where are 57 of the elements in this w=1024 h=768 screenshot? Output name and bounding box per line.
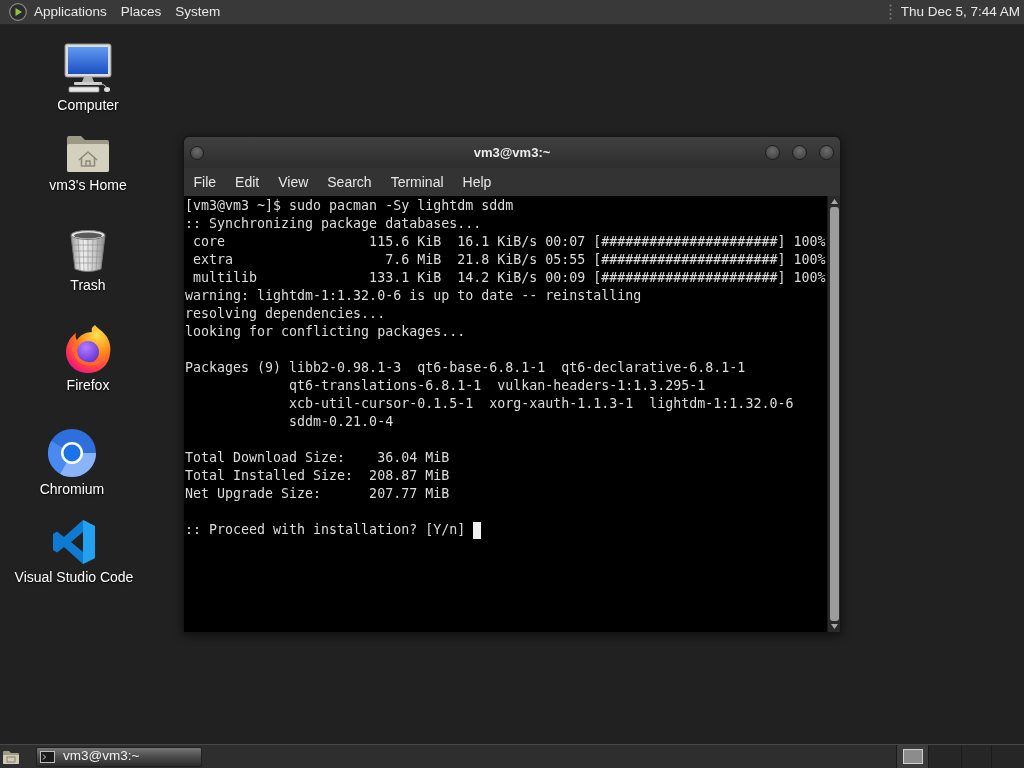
- terminal-line: Net Upgrade Size: 207.77 MiB: [185, 485, 450, 503]
- ribbon-logo-icon[interactable]: [52, 519, 96, 565]
- taskbar-window-button[interactable]: vm3@vm3:~: [36, 746, 202, 767]
- workspace-cell[interactable]: [992, 745, 1024, 768]
- workspace-cell[interactable]: [962, 745, 992, 768]
- icon-label[interactable]: Chromium: [39, 481, 105, 497]
- terminal-line: :: Synchronizing package databases...: [185, 215, 482, 233]
- maximize-button[interactable]: [792, 145, 807, 160]
- panel-menu[interactable]: Applications: [27, 0, 114, 25]
- terminal-line: [vm3@vm3 ~]$ sudo pacman -Sy lightdm sddm: [185, 197, 514, 215]
- monitor-icon[interactable]: [64, 43, 112, 93]
- workspace-cell[interactable]: [897, 745, 929, 768]
- ring-logo-icon[interactable]: [48, 429, 96, 477]
- scrollbar-thumb[interactable]: [829, 207, 839, 621]
- menu-item[interactable]: Terminal: [381, 168, 454, 196]
- icon-label[interactable]: vm3's Home: [49, 177, 127, 193]
- terminal-icon: [40, 750, 55, 763]
- terminal-line: resolving dependencies...: [185, 305, 386, 323]
- menu-item[interactable]: Help: [453, 168, 501, 196]
- terminal-line: sddm-0.21.0-4: [288, 413, 394, 431]
- terminal-line: core 115.6 KiB 16.1 KiB/s 00:07 [######################] 100%: [192, 233, 826, 251]
- terminal-line: Total Installed Size: 208.87 MiB: [185, 467, 450, 485]
- terminal-line: Packages (9) libb2-0.98.1-3 qt6-base-6.8.1-1 qt6-declarative-6.8.1-1: [185, 359, 746, 377]
- menu-item[interactable]: Search: [317, 168, 382, 196]
- panel-menu[interactable]: System: [168, 0, 228, 25]
- icon-label[interactable]: Trash: [70, 277, 106, 293]
- icon-label[interactable]: Visual Studio Code: [14, 569, 134, 585]
- scrollbar[interactable]: [827, 196, 840, 632]
- close-button[interactable]: [819, 145, 834, 160]
- icon-label[interactable]: Computer: [57, 97, 119, 113]
- trash-can-icon[interactable]: [69, 229, 107, 273]
- terminal-line: looking for conflicting packages...: [185, 323, 466, 341]
- terminal-line: Total Download Size: 36.04 MiB: [185, 449, 450, 467]
- drag-handle-icon[interactable]: [888, 4, 892, 20]
- flame-globe-icon[interactable]: [65, 325, 111, 373]
- minimize-button[interactable]: [765, 145, 780, 160]
- icon-label[interactable]: Firefox: [66, 377, 110, 393]
- scroll-down-icon[interactable]: [830, 624, 838, 629]
- scroll-up-icon[interactable]: [830, 199, 838, 204]
- clock[interactable]: Thu Dec 5, 7:44 AM: [900, 1, 1020, 23]
- window-menu-button[interactable]: [190, 145, 204, 160]
- home-folder-icon[interactable]: [66, 133, 110, 173]
- terminal-line: qt6-translations-6.8.1-1 vulkan-headers-1:1.3.295-1: [288, 377, 706, 395]
- terminal-line: xcb-util-cursor-0.1.5-1 xorg-xauth-1.1.3-1 lightdm-1:1.32.0-6: [288, 395, 794, 413]
- panel-menu[interactable]: Places: [113, 0, 169, 25]
- folder-icon[interactable]: [2, 748, 20, 765]
- menu-logo-icon[interactable]: [9, 3, 27, 21]
- terminal-line: warning: lightdm-1:1.32.0-6 is up to date -- reinstalling: [185, 287, 642, 305]
- terminal-line: multilib 133.1 KiB 14.2 KiB/s 00:09 [######################] 100%: [192, 269, 826, 287]
- menu-item[interactable]: View: [268, 168, 318, 196]
- window-thumbnail-icon: [902, 749, 923, 764]
- terminal-line: extra 7.6 MiB 21.8 KiB/s 05:55 [######################] 100%: [192, 251, 826, 269]
- terminal-line: :: Proceed with installation? [Y/n]: [185, 521, 466, 539]
- workspace-cell[interactable]: [929, 745, 962, 768]
- menu-item[interactable]: Edit: [225, 168, 269, 196]
- menu-item[interactable]: File: [184, 168, 226, 196]
- window-title: vm3@vm3:~: [473, 143, 551, 162]
